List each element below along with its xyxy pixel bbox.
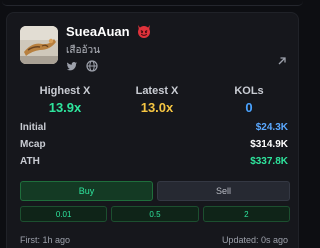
buy-button[interactable]: Buy xyxy=(20,181,153,201)
metric-value: $314.9K xyxy=(250,139,288,150)
metrics-list: Initial $24.3K Mcap $314.9K ATH $337.8K xyxy=(20,122,288,173)
metric-value: $24.3K xyxy=(255,122,288,133)
metric-label: Mcap xyxy=(20,139,46,150)
amount-button-0.01[interactable]: 0.01 xyxy=(20,206,108,222)
token-subtitle: เสืออ้วน xyxy=(66,45,100,56)
stat-label: Latest X xyxy=(135,85,179,97)
twitter-icon[interactable] xyxy=(66,59,78,71)
stat-label: Highest X xyxy=(39,85,91,97)
updated-text: Updated: 0s ago xyxy=(221,235,288,245)
stat-value: 13.9x xyxy=(48,100,82,115)
metric-row-ath: ATH $337.8K xyxy=(20,156,288,173)
metric-value: $337.8K xyxy=(250,156,288,167)
token-card[interactable]: SueaAuan เสืออ้วน Highest X 13.9x Latest… xyxy=(6,12,299,248)
previous-card-edge xyxy=(0,0,305,8)
metric-row-mcap: Mcap $314.9K xyxy=(20,139,288,156)
stat-label: KOLs xyxy=(234,85,264,97)
external-link-icon[interactable] xyxy=(276,55,288,67)
amount-button-0.5[interactable]: 0.5 xyxy=(111,206,199,222)
token-avatar xyxy=(20,26,58,64)
metric-label: ATH xyxy=(20,156,40,167)
metric-row-initial: Initial $24.3K xyxy=(20,122,288,139)
stat-highest-x: Highest X 13.9x xyxy=(20,85,110,115)
stat-latest-x: Latest X 13.0x xyxy=(112,85,202,115)
sell-button[interactable]: Sell xyxy=(157,181,290,201)
first-seen-text: First: 1h ago xyxy=(20,235,71,245)
stat-kols: KOLs 0 xyxy=(204,85,294,115)
stat-value: 0 xyxy=(245,100,253,115)
devil-emoji-icon xyxy=(138,25,150,38)
token-name: SueaAuan xyxy=(66,24,130,39)
amount-button-2[interactable]: 2 xyxy=(202,206,290,222)
globe-icon[interactable] xyxy=(86,59,98,72)
metric-label: Initial xyxy=(20,122,47,133)
stat-value: 13.0x xyxy=(140,100,174,115)
